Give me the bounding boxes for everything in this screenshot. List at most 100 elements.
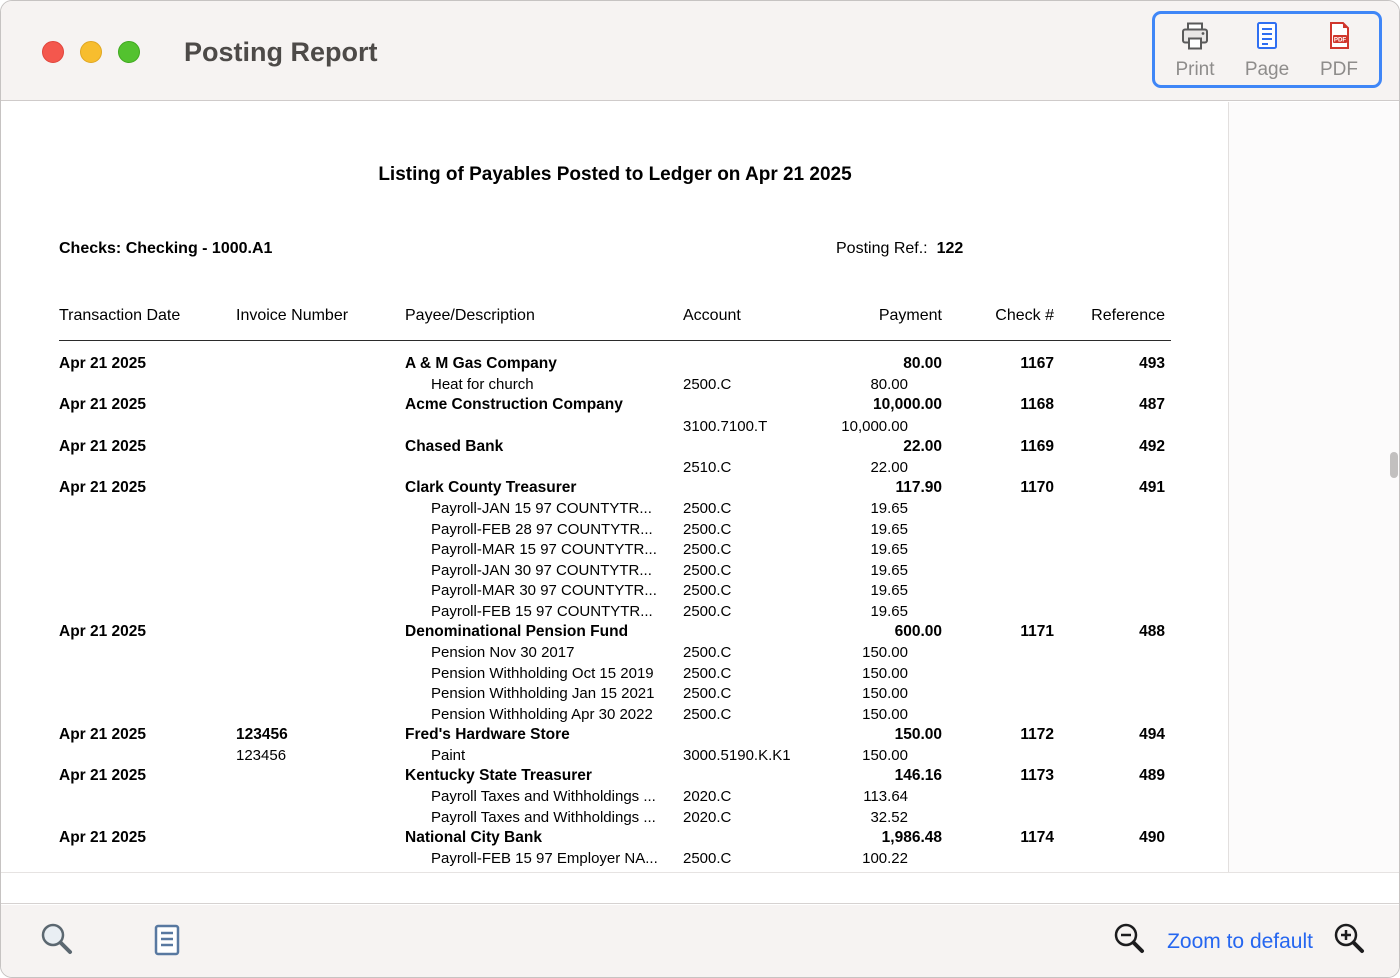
cell-account: 2500.C: [683, 603, 801, 620]
cell-payee: National City Bank: [405, 829, 683, 847]
report-text-view-button[interactable]: [149, 922, 185, 961]
column-header-transaction-date: Transaction Date: [59, 307, 236, 325]
column-header-reference: Reference: [1054, 307, 1165, 325]
cell-amount: 32.52: [801, 809, 942, 826]
svg-text:PDF: PDF: [1334, 36, 1347, 43]
cell-amount: 22.00: [801, 459, 942, 476]
magnifier-icon: [37, 920, 77, 963]
report-row-detail: Payroll-JAN 15 97 COUNTYTR...2500.C19.65: [59, 498, 1171, 519]
column-header-check-number: Check #: [942, 307, 1054, 325]
checks-account-label: Checks: Checking - 1000.A1: [59, 240, 272, 257]
report-table-body: Apr 21 2025A & M Gas Company80.001167493…: [59, 341, 1171, 869]
cell-description: Payroll Taxes and Withholdings ...: [405, 809, 683, 826]
cell-amount: 80.00: [801, 376, 942, 393]
report-table-header: Transaction Date Invoice Number Payee/De…: [59, 307, 1171, 341]
cell-description: Payroll-JAN 15 97 COUNTYTR...: [405, 500, 683, 517]
column-header-account: Account: [683, 307, 801, 325]
report-row-detail: 123456Paint3000.5190.K.K1150.00: [59, 745, 1171, 766]
zoom-in-icon: [1331, 921, 1369, 962]
cell-account: 2500.C: [683, 850, 801, 867]
cell-payee: Acme Construction Company: [405, 396, 683, 414]
cell-payee: Kentucky State Treasurer: [405, 767, 683, 785]
pdf-button[interactable]: PDF PDF: [1303, 20, 1375, 81]
column-header-payee-description: Payee/Description: [405, 307, 683, 325]
cell-transaction-date: Apr 21 2025: [59, 829, 236, 847]
cell-check-number: 1172: [942, 726, 1054, 744]
report-row-detail: Payroll Taxes and Withholdings ...2020.C…: [59, 807, 1171, 828]
cell-payee: Fred's Hardware Store: [405, 726, 683, 744]
cell-amount: 19.65: [801, 603, 942, 620]
vertical-scrollbar-thumb[interactable]: [1390, 452, 1398, 478]
report-row-detail: Payroll-FEB 15 97 Employer NA...2500.C10…: [59, 848, 1171, 869]
close-button[interactable]: [42, 41, 64, 63]
cell-account: 2500.C: [683, 541, 801, 558]
cell-transaction-date: Apr 21 2025: [59, 479, 236, 497]
report-row-main: Apr 21 2025Denominational Pension Fund60…: [59, 622, 1171, 643]
cell-amount: 19.65: [801, 521, 942, 538]
cell-payment: 22.00: [801, 438, 942, 456]
zoom-window-button[interactable]: [118, 41, 140, 63]
cell-amount: 150.00: [801, 665, 942, 682]
cell-transaction-date: Apr 21 2025: [59, 623, 236, 641]
horizontal-scrollbar-track[interactable]: [1, 872, 1400, 904]
statusbar-left-group: [37, 920, 185, 963]
report-row-main: Apr 21 2025Acme Construction Company10,0…: [59, 395, 1171, 416]
cell-description: Payroll-MAR 30 97 COUNTYTR...: [405, 582, 683, 599]
cell-reference: 494: [1054, 726, 1165, 744]
print-button[interactable]: Print: [1159, 20, 1231, 81]
cell-check-number: 1169: [942, 438, 1054, 456]
traffic-lights: [42, 41, 140, 63]
report-row-detail: Payroll-JAN 30 97 COUNTYTR...2500.C19.65: [59, 560, 1171, 581]
magnifier-tool-button[interactable]: [37, 920, 77, 963]
cell-reference: 489: [1054, 767, 1165, 785]
report-row-main: Apr 21 2025123456Fred's Hardware Store15…: [59, 725, 1171, 746]
report-row-detail: Pension Nov 30 20172500.C150.00: [59, 642, 1171, 663]
report-row-main: Apr 21 2025Kentucky State Treasurer146.1…: [59, 766, 1171, 787]
report-row-detail: Pension Withholding Jan 15 20212500.C150…: [59, 684, 1171, 705]
cell-reference: 488: [1054, 623, 1165, 641]
cell-payment: 80.00: [801, 355, 942, 373]
cell-account: 2500.C: [683, 665, 801, 682]
zoom-in-button[interactable]: [1331, 921, 1369, 962]
cell-amount: 19.65: [801, 500, 942, 517]
column-header-invoice-number: Invoice Number: [236, 307, 405, 325]
report-row-main: Apr 21 2025Clark County Treasurer117.901…: [59, 478, 1171, 499]
cell-reference: 492: [1054, 438, 1165, 456]
report-info-line: Checks: Checking - 1000.A1 Posting Ref.:…: [59, 240, 1165, 262]
report-row-main: Apr 21 2025Chased Bank22.001169492: [59, 436, 1171, 457]
cell-transaction-date: Apr 21 2025: [59, 396, 236, 414]
titlebar: Posting Report Print: [1, 1, 1399, 101]
cell-account: 2500.C: [683, 521, 801, 538]
zoom-out-button[interactable]: [1111, 921, 1149, 962]
report-row-detail: Heat for church2500.C80.00: [59, 375, 1171, 396]
cell-description: Pension Withholding Apr 30 2022: [405, 706, 683, 723]
cell-description: Payroll-FEB 15 97 Employer NA...: [405, 850, 683, 867]
cell-amount: 150.00: [801, 747, 942, 764]
cell-description: Payroll-FEB 15 97 COUNTYTR...: [405, 603, 683, 620]
cell-payment: 117.90: [801, 479, 942, 497]
cell-payment: 1,986.48: [801, 829, 942, 847]
cell-check-number: 1173: [942, 767, 1054, 785]
cell-account: 2500.C: [683, 706, 801, 723]
minimize-button[interactable]: [80, 41, 102, 63]
cell-transaction-date: Apr 21 2025: [59, 438, 236, 456]
cell-reference: 491: [1054, 479, 1165, 497]
page-setup-button[interactable]: Page: [1231, 20, 1303, 81]
report-row-main: Apr 21 2025National City Bank1,986.48117…: [59, 828, 1171, 849]
cell-amount: 19.65: [801, 562, 942, 579]
cell-reference: 490: [1054, 829, 1165, 847]
cell-account: 2020.C: [683, 788, 801, 805]
cell-amount: 113.64: [801, 788, 942, 805]
cell-transaction-date: Apr 21 2025: [59, 355, 236, 373]
posting-ref: Posting Ref.:122: [836, 240, 963, 258]
cell-description: Heat for church: [405, 376, 683, 393]
cell-description: Payroll-MAR 15 97 COUNTYTR...: [405, 541, 683, 558]
cell-invoice-number: 123456: [236, 747, 405, 764]
zoom-to-default-button[interactable]: Zoom to default: [1165, 930, 1315, 954]
cell-account: 2500.C: [683, 685, 801, 702]
cell-amount: 100.22: [801, 850, 942, 867]
report-row-detail: 2510.C22.00: [59, 457, 1171, 478]
page-setup-button-label: Page: [1245, 59, 1289, 81]
cell-check-number: 1171: [942, 623, 1054, 641]
cell-payee: Clark County Treasurer: [405, 479, 683, 497]
